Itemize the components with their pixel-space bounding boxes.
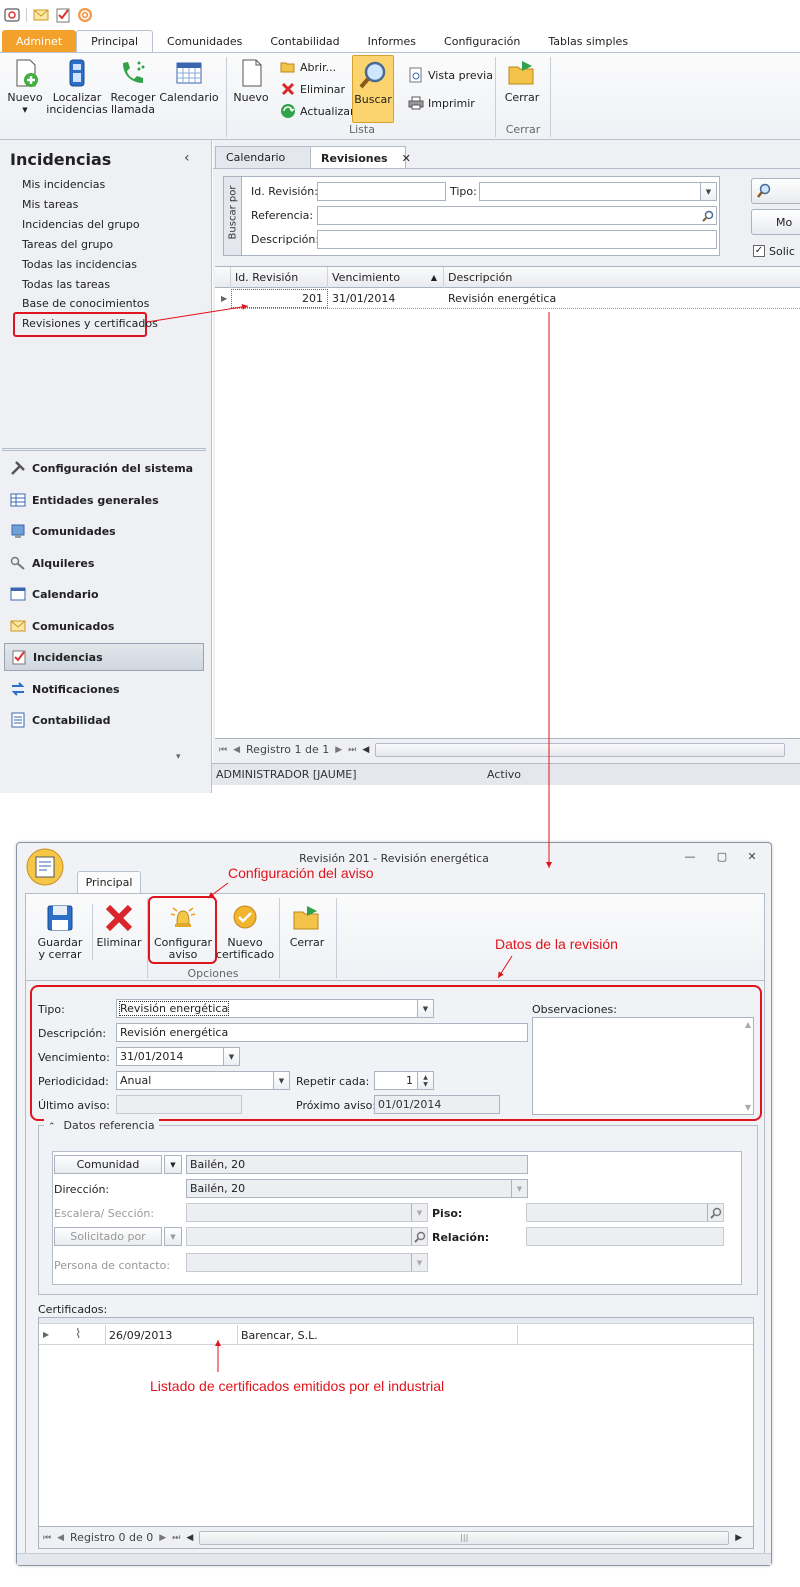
annotation-listado: Listado de certificados emitidos por el … (150, 1378, 445, 1394)
annotation-arrows (146, 303, 552, 1372)
annotation-configuracion: Configuración del aviso (228, 865, 374, 881)
arrow-datos (497, 955, 513, 979)
arrow-sidebar-to-row (146, 303, 249, 323)
arrow-configurar (207, 882, 229, 899)
annotation-datos: Datos de la revisión (495, 936, 618, 952)
